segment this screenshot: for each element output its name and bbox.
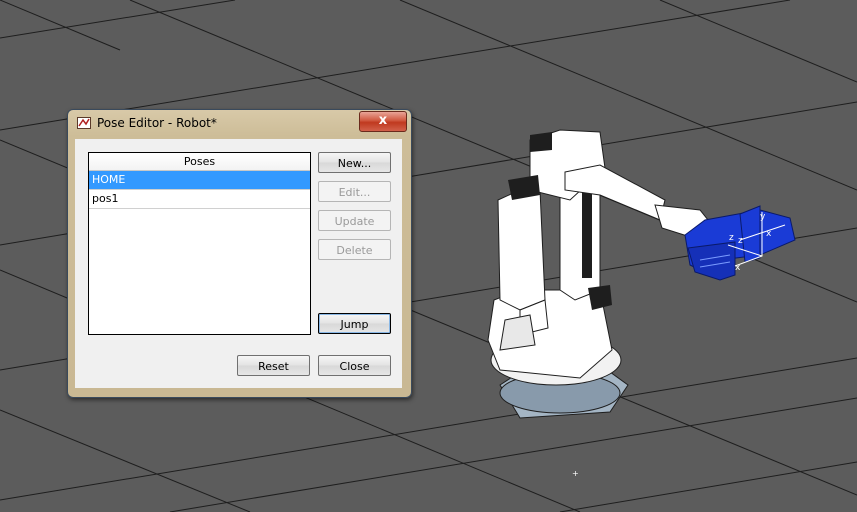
robot-model[interactable] (487, 129, 713, 419)
poses-list-header[interactable]: Poses (89, 153, 310, 171)
reset-button[interactable]: Reset (237, 355, 310, 376)
dialog-client-area: Poses HOME pos1 New... Edit... Update De… (75, 139, 402, 388)
list-item[interactable]: HOME (89, 171, 310, 190)
axis-label-y: y (760, 212, 766, 222)
dialog-title: Pose Editor - Robot* (97, 116, 217, 130)
new-button[interactable]: New... (318, 152, 391, 173)
close-button[interactable]: Close (318, 355, 391, 376)
axis-label-z: z (729, 233, 734, 243)
jump-button[interactable]: Jump (318, 313, 391, 334)
edit-button[interactable]: Edit... (318, 181, 391, 202)
pose-editor-dialog: Pose Editor - Robot* x Poses HOME pos1 N… (67, 109, 412, 398)
app-icon (77, 117, 91, 129)
close-window-button[interactable]: x (359, 111, 407, 132)
close-icon: x (378, 113, 388, 128)
dialog-titlebar[interactable]: Pose Editor - Robot* x (68, 110, 411, 136)
update-button[interactable]: Update (318, 210, 391, 231)
axis-label-x2: x (735, 263, 741, 273)
origin-marker-icon: + (572, 469, 579, 478)
poses-list[interactable]: Poses HOME pos1 (88, 152, 311, 335)
delete-button[interactable]: Delete (318, 239, 391, 260)
list-item[interactable]: pos1 (89, 190, 310, 209)
axis-label-x: x (766, 229, 772, 239)
axis-label-z2: z (738, 236, 743, 246)
